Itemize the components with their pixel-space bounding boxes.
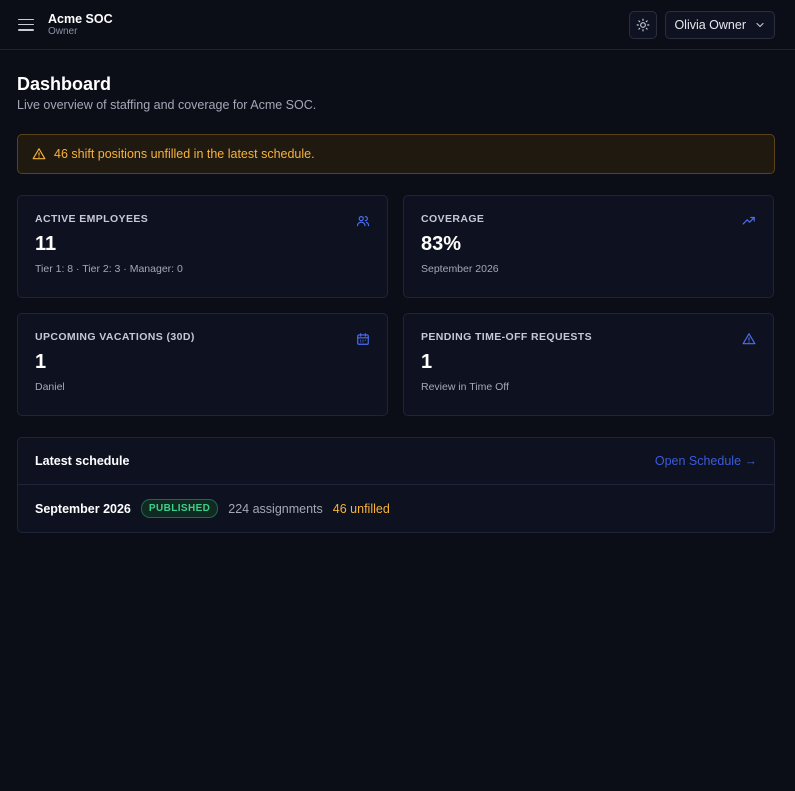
unfilled-count: 46 unfilled: [332, 501, 390, 516]
org-role: Owner: [48, 25, 78, 37]
warning-icon: [742, 333, 756, 345]
card-note: Tier 1: 8 · Tier 2: 3 · Manager: 0: [35, 263, 183, 275]
upcoming-vacations-card: UPCOMING VACATIONS (30D) 1 Daniel: [17, 313, 388, 416]
card-value: 1: [35, 351, 47, 373]
pending-time-off-card: PENDING TIME-OFF REQUESTS 1 Review in Ti…: [403, 313, 774, 416]
card-value: 11: [35, 233, 57, 255]
top-actions: Olivia Owner: [629, 10, 775, 39]
page-title: Dashboard: [17, 74, 112, 94]
schedule-month: September 2026: [35, 501, 131, 516]
card-label: UPCOMING VACATIONS (30D): [35, 331, 195, 343]
alert-text: 46 shift positions unfilled in the lates…: [54, 147, 315, 161]
main-content: Dashboard Live overview of staffing and …: [0, 50, 795, 533]
org-name: Acme SOC: [48, 11, 113, 26]
sun-icon: [637, 18, 650, 31]
card-value: 83%: [421, 233, 462, 255]
hamburger-menu-icon[interactable]: [18, 18, 34, 31]
schedule-title: Latest schedule: [35, 454, 130, 468]
open-schedule-link[interactable]: Open Schedule →: [655, 454, 757, 468]
page-subtitle: Live overview of staffing and coverage f…: [17, 98, 317, 112]
status-badge: PUBLISHED: [140, 499, 219, 518]
latest-schedule-panel: Latest schedule Open Schedule → Septembe…: [17, 437, 775, 533]
trending-up-icon: [742, 216, 755, 225]
stats-grid: ACTIVE EMPLOYEES 11 Tier 1: 8 · Tier 2: …: [17, 195, 775, 416]
users-icon: [356, 216, 370, 227]
active-employees-card: ACTIVE EMPLOYEES 11 Tier 1: 8 · Tier 2: …: [17, 195, 388, 298]
assignment-count: 224 assignments: [228, 501, 323, 516]
unfilled-alert: 46 shift positions unfilled in the lates…: [17, 134, 775, 174]
card-value: 1: [421, 351, 433, 373]
card-label: PENDING TIME-OFF REQUESTS: [421, 331, 593, 343]
theme-toggle-button[interactable]: [629, 10, 658, 39]
user-menu-button[interactable]: Olivia Owner: [665, 10, 775, 39]
top-bar: Acme SOC Owner Olivia Owner: [0, 0, 795, 50]
calendar-icon: [357, 333, 369, 345]
brand: Acme SOC Owner: [18, 12, 113, 38]
schedule-row[interactable]: September 2026 PUBLISHED 224 assignments…: [18, 485, 774, 532]
warning-icon: [32, 148, 46, 160]
card-note: September 2026: [421, 263, 499, 275]
chevron-down-icon: [756, 22, 764, 27]
card-note: Daniel: [35, 381, 65, 393]
user-name: Olivia Owner: [674, 17, 746, 32]
coverage-card: COVERAGE 83% September 2026: [403, 195, 774, 298]
schedule-header: Latest schedule Open Schedule →: [18, 438, 774, 485]
card-label: ACTIVE EMPLOYEES: [35, 213, 149, 225]
org-info: Acme SOC Owner: [48, 12, 113, 38]
card-label: COVERAGE: [421, 213, 485, 225]
card-note: Review in Time Off: [421, 381, 509, 393]
